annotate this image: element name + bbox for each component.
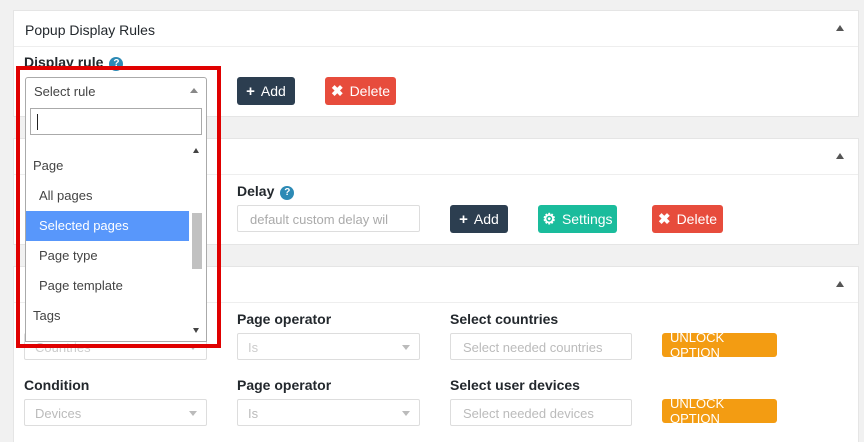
chevron-down-icon bbox=[402, 411, 410, 416]
select-countries-input[interactable]: Select needed countries bbox=[450, 333, 632, 360]
add-rule-button[interactable]: + Add bbox=[237, 77, 295, 105]
panel-title: Popup Display Rules bbox=[25, 22, 155, 38]
close-icon: ✖ bbox=[657, 211, 671, 228]
collapse-arrow-icon[interactable] bbox=[836, 153, 844, 159]
page-operator-label: Page operator bbox=[237, 311, 332, 327]
chevron-down-icon bbox=[402, 345, 410, 350]
delay-label: Delay? bbox=[237, 183, 295, 200]
highlight-box bbox=[16, 66, 221, 348]
collapse-arrow-icon[interactable] bbox=[836, 281, 844, 287]
condition-label: Condition bbox=[24, 377, 90, 393]
gear-icon: ⚙ bbox=[542, 211, 556, 228]
plus-icon: + bbox=[459, 210, 468, 228]
plus-icon: + bbox=[246, 82, 255, 100]
delay-input[interactable]: default custom delay wil bbox=[237, 205, 420, 232]
chevron-down-icon bbox=[189, 411, 197, 416]
select-countries-label: Select countries bbox=[450, 311, 559, 327]
select-devices-input[interactable]: Select needed devices bbox=[450, 399, 632, 426]
unlock-option-button[interactable]: UNLOCK OPTION bbox=[662, 330, 777, 360]
collapse-arrow-icon[interactable] bbox=[836, 25, 844, 31]
select-devices-label: Select user devices bbox=[450, 377, 580, 393]
page-operator-label: Page operator bbox=[237, 377, 332, 393]
devices-select[interactable]: Devices bbox=[24, 399, 207, 426]
delete-rule-button[interactable]: ✖ Delete bbox=[325, 77, 396, 105]
page-operator-select[interactable]: Is bbox=[237, 399, 420, 426]
page-operator-select[interactable]: Is bbox=[237, 333, 420, 360]
unlock-option-button[interactable]: UNLOCK OPTION bbox=[662, 396, 777, 426]
close-icon: ✖ bbox=[330, 83, 344, 100]
panel-header[interactable]: Popup Display Rules bbox=[14, 11, 858, 47]
add-delay-button[interactable]: + Add bbox=[450, 205, 508, 233]
settings-button[interactable]: ⚙ Settings bbox=[538, 205, 617, 233]
help-icon[interactable]: ? bbox=[280, 186, 295, 200]
delete-delay-button[interactable]: ✖ Delete bbox=[652, 205, 723, 233]
